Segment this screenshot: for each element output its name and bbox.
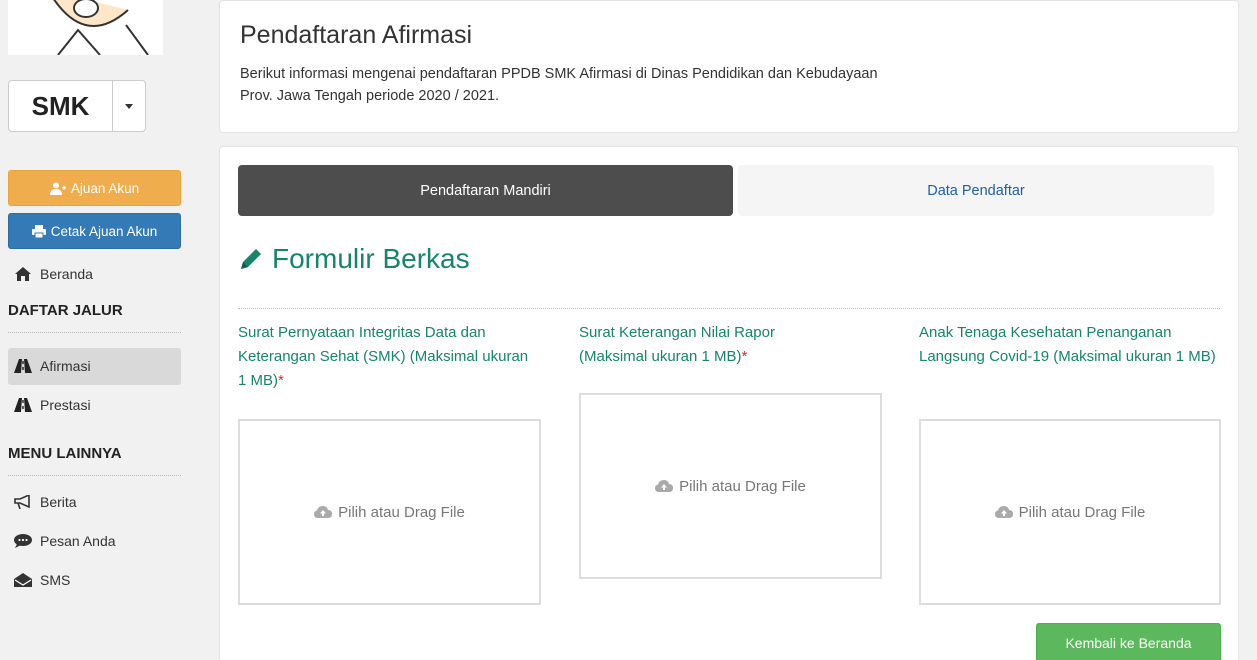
- file-dropzone-nilai-rapor[interactable]: Pilih atau Drag File: [579, 393, 882, 579]
- level-select-toggle[interactable]: [113, 81, 145, 131]
- sidebar-item-prestasi[interactable]: Prestasi: [14, 397, 91, 413]
- tab-pendaftaran-mandiri[interactable]: Pendaftaran Mandiri: [238, 165, 733, 216]
- sidebar-item-label: Pesan Anda: [40, 533, 116, 549]
- sidebar-item-label: Berita: [40, 494, 77, 510]
- cetak-ajuan-akun-button[interactable]: Cetak Ajuan Akun: [8, 213, 181, 249]
- header-card: Pendaftaran Afirmasi Berikut informasi m…: [219, 0, 1239, 133]
- bullhorn-icon: [14, 495, 32, 509]
- sidebar-item-berita[interactable]: Berita: [14, 494, 77, 510]
- print-icon: [31, 224, 46, 238]
- required-marker: *: [741, 348, 748, 365]
- page-title: Pendaftaran Afirmasi: [240, 21, 473, 49]
- dropzone-text: Pilih atau Drag File: [1018, 503, 1146, 521]
- field-label-text: Anak Tenaga Kesehatan Penanganan Langsun…: [919, 324, 1216, 365]
- cloud-upload-icon: [314, 506, 333, 518]
- sidebar-item-pesan-anda[interactable]: Pesan Anda: [14, 533, 116, 549]
- pencil-icon: [241, 249, 261, 269]
- envelope-icon: [14, 573, 32, 587]
- road-icon: [14, 359, 32, 373]
- ajuan-akun-button[interactable]: Ajuan Akun: [8, 170, 181, 206]
- avatar: [8, 0, 163, 55]
- ajuan-akun-label: Ajuan Akun: [70, 180, 140, 196]
- user-plus-icon: [49, 182, 66, 195]
- field-label-integritas: Surat Pernyataan Integritas Data dan Ket…: [238, 321, 538, 393]
- dropzone-text: Pilih atau Drag File: [338, 503, 465, 521]
- divider: [8, 475, 181, 476]
- required-marker: *: [278, 372, 284, 389]
- form-title-text: Formulir Berkas: [272, 243, 470, 274]
- cloud-upload-icon: [655, 480, 674, 492]
- page-description: Berikut informasi mengenai pendaftaran P…: [240, 66, 878, 104]
- sidebar-item-label: SMS: [40, 572, 71, 588]
- divider: [8, 332, 181, 333]
- cloud-upload-icon: [994, 506, 1013, 518]
- tab-data-pendaftar[interactable]: Data Pendaftar: [738, 165, 1214, 216]
- form-title: Formulir Berkas: [238, 243, 470, 275]
- sidebar-item-afirmasi[interactable]: Afirmasi: [14, 358, 91, 374]
- comment-icon: [14, 534, 32, 548]
- section-heading-daftar-jalur: DAFTAR JALUR: [8, 302, 123, 319]
- sidebar-item-label: Afirmasi: [40, 358, 91, 374]
- section-heading-menu-lainnya: MENU LAINNYA: [8, 445, 122, 462]
- chevron-down-icon: [125, 103, 133, 109]
- cartoon-avatar-icon: [53, 0, 149, 55]
- file-dropzone-integritas[interactable]: Pilih atau Drag File: [238, 419, 541, 605]
- level-select[interactable]: SMK: [8, 80, 146, 132]
- road-icon: [14, 398, 32, 412]
- field-label-covid: Anak Tenaga Kesehatan Penanganan Langsun…: [919, 321, 1219, 369]
- sidebar: SMK Ajuan Akun Cetak Ajuan Akun Beranda …: [0, 0, 190, 660]
- sidebar-item-label: Beranda: [40, 266, 93, 282]
- home-icon: [14, 267, 32, 281]
- field-label-nilai-rapor: Surat Keterangan Nilai Rapor (Maksimal u…: [579, 321, 839, 369]
- sidebar-item-beranda[interactable]: Beranda: [14, 266, 93, 282]
- divider: [238, 308, 1220, 309]
- sidebar-item-label: Prestasi: [40, 397, 91, 413]
- cetak-ajuan-akun-label: Cetak Ajuan Akun: [50, 223, 158, 239]
- file-dropzone-covid[interactable]: Pilih atau Drag File: [919, 419, 1221, 605]
- sidebar-item-sms[interactable]: SMS: [14, 572, 70, 588]
- back-to-home-button[interactable]: Kembali ke Beranda: [1036, 623, 1221, 660]
- form-card: Pendaftaran Mandiri Data Pendaftar Formu…: [219, 146, 1239, 660]
- level-select-value: SMK: [9, 81, 113, 131]
- dropzone-text: Pilih atau Drag File: [679, 477, 806, 495]
